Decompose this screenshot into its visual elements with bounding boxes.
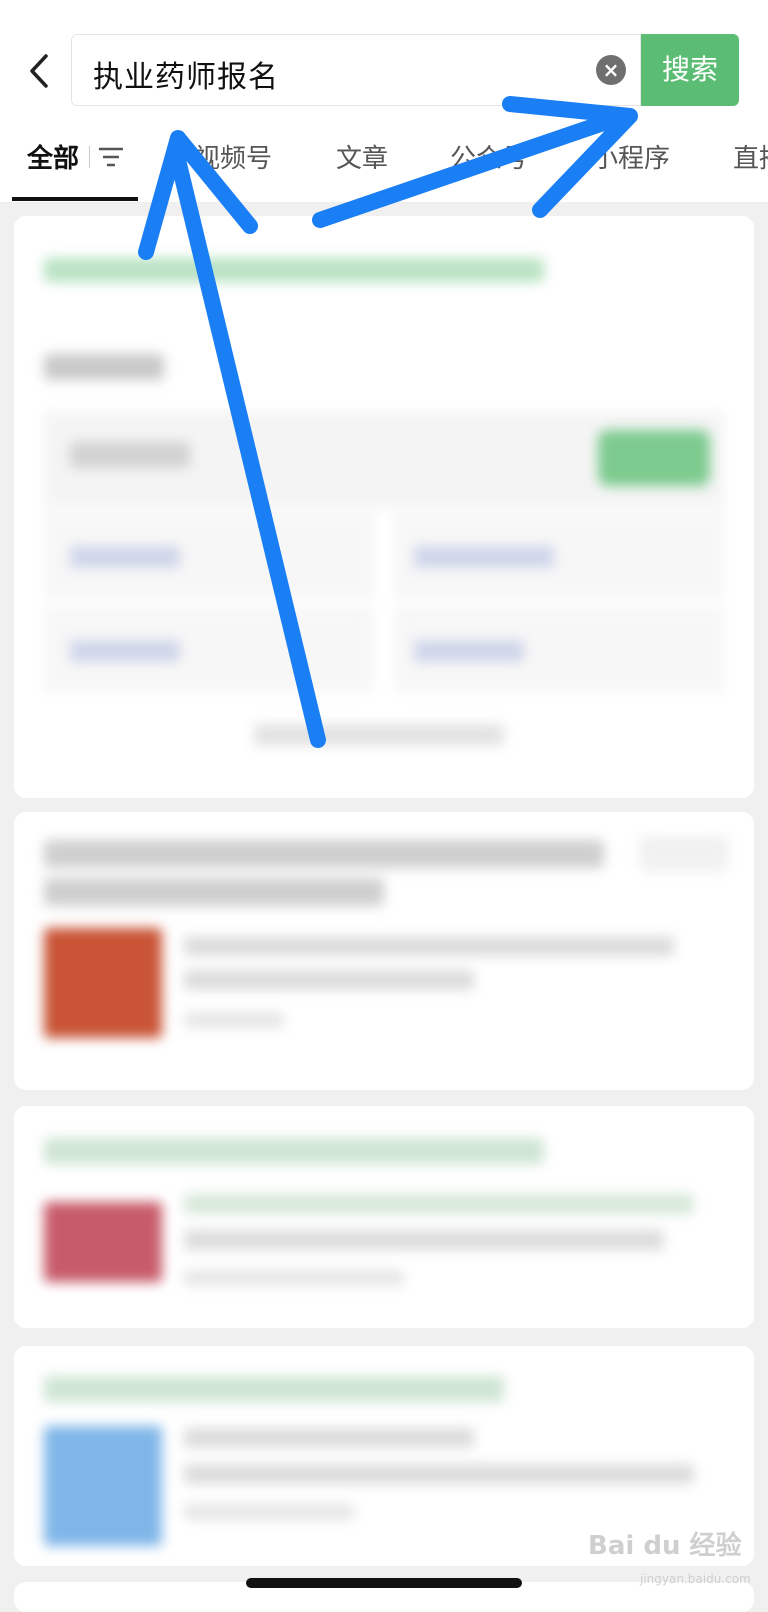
result-card-service[interactable] — [14, 216, 754, 798]
tab-channels[interactable]: 视频号 — [194, 138, 272, 175]
chevron-left-icon — [30, 54, 48, 88]
active-tab-indicator — [12, 197, 138, 201]
clear-icon[interactable]: × — [596, 55, 626, 85]
tab-divider — [89, 146, 90, 168]
tab-articles[interactable]: 文章 — [336, 138, 388, 175]
home-indicator — [246, 1578, 522, 1588]
search-input[interactable]: 执业药师报名 × — [71, 34, 641, 106]
category-tabs: 全部 视频号 文章 公众号 小程序 直播 — [0, 120, 768, 203]
watermark-url: jingyan.baidu.com — [640, 1572, 751, 1586]
result-card-article-1[interactable] — [14, 812, 754, 1090]
tab-mini-programs[interactable]: 小程序 — [592, 138, 670, 175]
result-card-article-2[interactable] — [14, 1106, 754, 1328]
search-header: 执业药师报名 × 搜索 — [0, 0, 768, 120]
tab-live[interactable]: 直播 — [733, 138, 768, 175]
search-button[interactable]: 搜索 — [641, 34, 739, 106]
tab-official-accounts[interactable]: 公众号 — [450, 138, 528, 175]
watermark: Bai du 经验 — [588, 1531, 742, 1561]
search-query-text: 执业药师报名 — [93, 60, 279, 95]
filter-icon[interactable] — [96, 145, 126, 169]
back-button[interactable] — [20, 46, 60, 96]
tab-all[interactable]: 全部 — [27, 138, 79, 175]
